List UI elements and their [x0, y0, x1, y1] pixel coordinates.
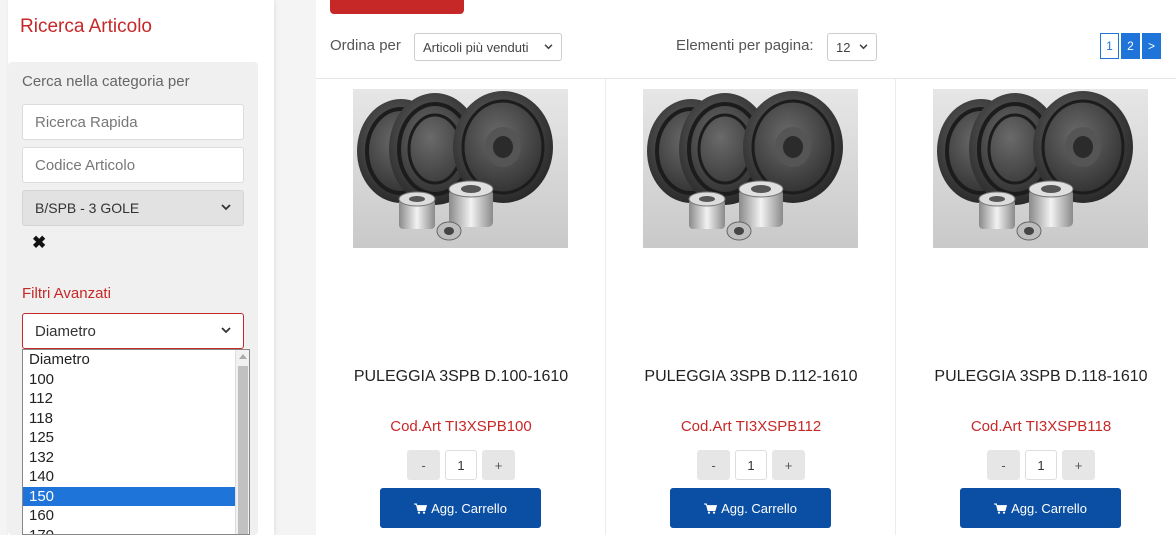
diameter-select-value: Diametro — [35, 322, 96, 340]
next-page-button[interactable]: > — [1142, 33, 1161, 59]
qty-value[interactable]: 1 — [445, 450, 477, 480]
qty-value[interactable]: 1 — [735, 450, 767, 480]
sort-label: Ordina per — [330, 37, 401, 54]
add-to-cart-label: Agg. Carrello — [721, 500, 797, 516]
red-action-button[interactable] — [330, 0, 464, 14]
product-name[interactable]: PULEGGIA 3SPB D.112-1610 — [606, 368, 896, 386]
cart-icon — [994, 503, 1008, 514]
code-value: TI3XSPB112 — [735, 418, 822, 435]
product-listing: Ordina per Articoli più venduti Elementi… — [316, 0, 1176, 535]
product-card: PULEGGIA 3SPB D.100-1610 Cod.Art TI3XSPB… — [316, 79, 606, 535]
category-select[interactable]: B/SPB - 3 GOLE — [22, 190, 244, 226]
qty-increase-button[interactable]: + — [482, 450, 515, 480]
sidebar-title: Ricerca Articolo — [20, 16, 152, 37]
cart-icon — [704, 503, 718, 514]
diameter-dropdown-list[interactable]: Diametro 100 112 118 125 132 140 150 160 170 — [22, 349, 250, 535]
per-page-label: Elementi per pagina: — [676, 37, 814, 54]
advanced-filters-label: Filtri Avanzati — [22, 285, 111, 302]
qty-decrease-button[interactable]: - — [697, 450, 730, 480]
product-code: Cod.Art TI3XSPB100 — [316, 418, 606, 435]
dropdown-option[interactable]: 125 — [23, 428, 235, 448]
code-value: TI3XSPB118 — [1025, 418, 1112, 435]
qty-decrease-button[interactable]: - — [407, 450, 440, 480]
dropdown-option[interactable]: 160 — [23, 506, 235, 526]
quantity-stepper: - 1 + — [987, 450, 1095, 480]
scroll-up-arrow-icon[interactable] — [239, 354, 247, 359]
product-name[interactable]: PULEGGIA 3SPB D.118-1610 — [896, 368, 1176, 386]
chevron-down-icon — [221, 202, 231, 214]
page-1-button[interactable]: 1 — [1100, 33, 1119, 59]
product-code: Cod.Art TI3XSPB118 — [896, 418, 1176, 435]
dropdown-option[interactable]: 150 — [23, 486, 235, 506]
product-name[interactable]: PULEGGIA 3SPB D.100-1610 — [316, 368, 606, 386]
sidebar: Ricerca Articolo Cerca nella categoria p… — [8, 0, 274, 535]
add-to-cart-button[interactable]: Agg. Carrello — [670, 488, 831, 528]
product-card: PULEGGIA 3SPB D.112-1610 Cod.Art TI3XSPB… — [606, 79, 896, 535]
add-to-cart-label: Agg. Carrello — [1011, 500, 1087, 516]
code-prefix: Cod.Art — [970, 418, 1022, 435]
dropdown-option[interactable]: 132 — [23, 448, 235, 468]
dropdown-scrollbar[interactable] — [235, 350, 249, 534]
per-page-select[interactable]: 12 — [827, 33, 877, 61]
diameter-select[interactable]: Diametro — [22, 313, 244, 349]
sort-select-value: Articoli più venduti — [423, 39, 529, 55]
dropdown-option[interactable]: 170 — [23, 526, 235, 535]
add-to-cart-label: Agg. Carrello — [431, 500, 507, 516]
dropdown-option[interactable]: 140 — [23, 467, 235, 487]
code-value: TI3XSPB100 — [445, 418, 532, 435]
chevron-down-icon — [544, 41, 553, 53]
category-select-value: B/SPB - 3 GOLE — [35, 200, 140, 216]
page-2-button[interactable]: 2 — [1121, 33, 1140, 59]
chevron-down-icon — [859, 41, 868, 53]
pagination: 1 2 > — [1100, 33, 1161, 59]
sort-select[interactable]: Articoli più venduti — [414, 33, 562, 61]
qty-increase-button[interactable]: + — [772, 450, 805, 480]
qty-decrease-button[interactable]: - — [987, 450, 1020, 480]
qty-value[interactable]: 1 — [1025, 450, 1057, 480]
code-prefix: Cod.Art — [680, 418, 732, 435]
product-code: Cod.Art TI3XSPB112 — [606, 418, 896, 435]
clear-filter-icon[interactable]: ✖ — [32, 233, 46, 253]
chevron-down-icon — [221, 325, 231, 337]
dropdown-option[interactable]: 100 — [23, 370, 235, 390]
dropdown-option[interactable]: 112 — [23, 389, 235, 409]
dropdown-option[interactable]: 118 — [23, 409, 235, 429]
cart-icon — [414, 503, 428, 514]
dropdown-option[interactable]: Diametro — [23, 350, 235, 370]
product-image[interactable] — [933, 89, 1148, 248]
per-page-value: 12 — [836, 39, 851, 55]
search-category-label: Cerca nella categoria per — [22, 73, 190, 90]
quantity-stepper: - 1 + — [697, 450, 805, 480]
qty-increase-button[interactable]: + — [1062, 450, 1095, 480]
add-to-cart-button[interactable]: Agg. Carrello — [380, 488, 541, 528]
product-card: PULEGGIA 3SPB D.118-1610 Cod.Art TI3XSPB… — [896, 79, 1176, 535]
code-prefix: Cod.Art — [390, 418, 442, 435]
quantity-stepper: - 1 + — [407, 450, 515, 480]
add-to-cart-button[interactable]: Agg. Carrello — [960, 488, 1121, 528]
product-image[interactable] — [353, 89, 568, 248]
scrollbar-thumb[interactable] — [238, 366, 248, 534]
product-image[interactable] — [643, 89, 858, 248]
article-code-input[interactable] — [22, 147, 244, 183]
quick-search-input[interactable] — [22, 104, 244, 140]
